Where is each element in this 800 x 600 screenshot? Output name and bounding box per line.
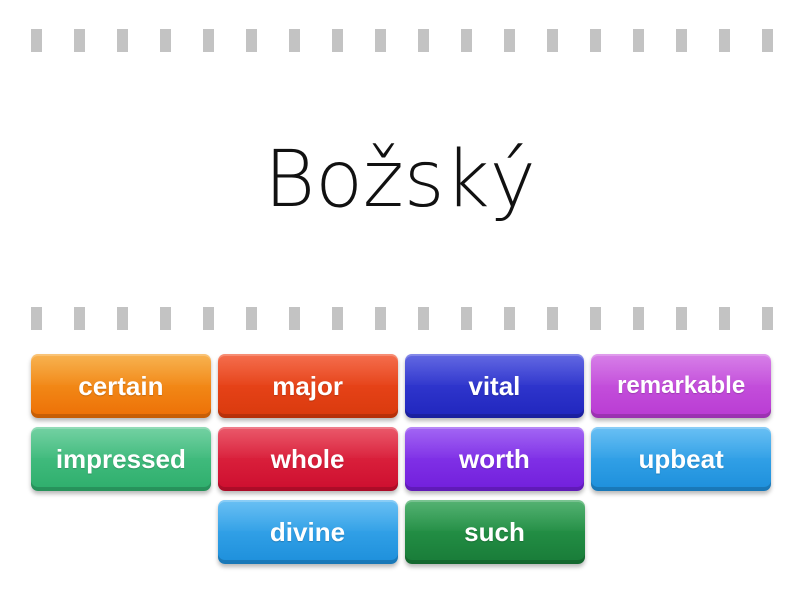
answer-tile-impressed[interactable]: impressed xyxy=(31,427,211,491)
perforation-dash xyxy=(762,306,773,330)
perforation-dash xyxy=(117,306,128,330)
perforation-dash xyxy=(676,306,687,330)
perforation-dash xyxy=(547,28,558,52)
perforation-dash xyxy=(418,306,429,330)
perforation-dash xyxy=(461,28,472,52)
perforation-dash xyxy=(74,28,85,52)
answer-tile-whole[interactable]: whole xyxy=(217,427,398,491)
perforation-dash xyxy=(289,306,300,330)
perforation-dash xyxy=(160,306,171,330)
perforation-dash xyxy=(289,28,300,52)
perforation-dash xyxy=(633,306,644,330)
perforation-dash xyxy=(332,306,343,330)
answer-tile-certain[interactable]: certain xyxy=(31,354,211,418)
answer-tile-row: impressed whole worth upbeat xyxy=(31,427,771,491)
perforation-dash xyxy=(418,28,429,52)
answer-tile-label: certain xyxy=(78,371,164,401)
perforation-dash xyxy=(332,28,343,52)
perforation-dash xyxy=(676,28,687,52)
answer-tile-divine[interactable]: divine xyxy=(217,500,398,564)
answer-tile-upbeat[interactable]: upbeat xyxy=(591,427,771,491)
answer-tile-label: upbeat xyxy=(638,444,724,474)
answer-tile-worth[interactable]: worth xyxy=(404,427,585,491)
answer-tile-label: worth xyxy=(458,444,530,474)
perforation-dash xyxy=(31,306,42,330)
answer-tile-major[interactable]: major xyxy=(217,354,398,418)
answer-tile-label: vital xyxy=(468,371,521,401)
prompt-word-container: Božský xyxy=(0,120,800,240)
page-title: Božský xyxy=(264,135,536,225)
answer-tile-remarkable[interactable]: remarkable xyxy=(591,354,771,418)
perforation-dash xyxy=(203,306,214,330)
perforation-dash xyxy=(719,28,730,52)
perforation-row-bottom xyxy=(0,306,800,330)
perforation-dash xyxy=(375,28,386,52)
perforation-dash xyxy=(117,28,128,52)
perforation-dash xyxy=(504,28,515,52)
answer-tile-row: certain major vital remarkable xyxy=(31,354,771,418)
perforation-dash xyxy=(590,306,601,330)
answer-tile-such[interactable]: such xyxy=(404,500,585,564)
answer-tile-label: divine xyxy=(269,517,346,547)
answer-tile-label: major xyxy=(272,371,344,401)
perforation-dash xyxy=(590,28,601,52)
perforation-dash xyxy=(203,28,214,52)
perforation-dash xyxy=(31,28,42,52)
answer-tile-label: remarkable xyxy=(617,372,746,399)
answer-tiles-grid: certain major vital remarkable impressed whol… xyxy=(31,354,771,573)
perforation-dash xyxy=(719,306,730,330)
answer-tile-label: impressed xyxy=(55,444,186,474)
perforation-row-top xyxy=(0,28,800,52)
perforation-dash xyxy=(246,306,257,330)
answer-tile-vital[interactable]: vital xyxy=(404,354,585,418)
perforation-dash xyxy=(375,306,386,330)
perforation-dash xyxy=(504,306,515,330)
answer-tile-label: such xyxy=(464,517,525,547)
perforation-dash xyxy=(160,28,171,52)
perforation-dash xyxy=(633,28,644,52)
perforation-dash xyxy=(74,306,85,330)
answer-tile-label: whole xyxy=(270,444,345,474)
perforation-dash xyxy=(762,28,773,52)
answer-tile-row: divine such xyxy=(31,500,771,564)
perforation-dash xyxy=(547,306,558,330)
perforation-dash xyxy=(461,306,472,330)
perforation-dash xyxy=(246,28,257,52)
